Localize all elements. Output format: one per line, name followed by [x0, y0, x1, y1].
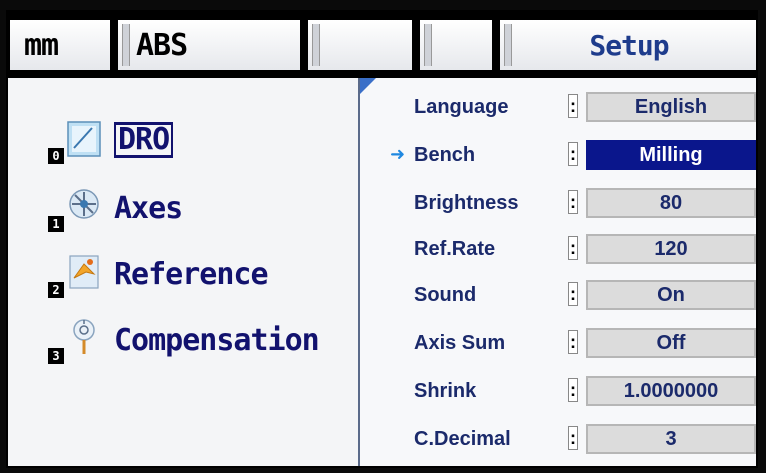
setting-colon: :: [568, 94, 578, 118]
setting-value-ref-rate[interactable]: 120: [586, 234, 756, 264]
setting-row-sound[interactable]: Sound : On: [360, 278, 756, 314]
setting-value-c-decimal[interactable]: 3: [586, 424, 756, 454]
axes-icon: 1: [48, 182, 104, 234]
menu-number-3: 3: [48, 348, 64, 364]
setting-value-shrink[interactable]: 1.0000000: [586, 376, 756, 406]
setting-label: Axis Sum: [414, 332, 506, 354]
menu-label-dro: DRO: [114, 122, 174, 158]
setting-label: Sound: [414, 284, 477, 306]
menu-item-axes[interactable]: 1 Axes: [48, 180, 348, 236]
setting-row-brightness[interactable]: Brightness : 80: [360, 186, 756, 222]
setting-row-language[interactable]: Language : English: [360, 90, 756, 126]
menu-label-compensation: Compensation: [114, 322, 320, 358]
setting-row-shrink[interactable]: Shrink : 1.0000000: [360, 374, 756, 410]
menu-label-reference: Reference: [114, 256, 269, 292]
setting-value-language[interactable]: English: [586, 92, 756, 122]
status-tab-3[interactable]: [306, 18, 414, 72]
mode-value: ABS: [136, 27, 188, 63]
setting-colon: :: [568, 142, 578, 166]
setting-colon: :: [568, 330, 578, 354]
menu-label-axes: Axes: [114, 190, 183, 226]
mode-tab[interactable]: ABS: [116, 18, 302, 72]
setting-value-sound[interactable]: On: [586, 280, 756, 310]
setting-label: Brightness: [414, 192, 519, 214]
status-tab-4[interactable]: [418, 18, 494, 72]
setup-menu: 0 DRO 1 Axes 2 Reference 3 Compensation: [8, 78, 358, 466]
selection-arrow-icon: ➜: [390, 144, 406, 165]
menu-item-dro[interactable]: 0 DRO: [48, 112, 348, 168]
status-bar: mm ABS Setup: [8, 12, 756, 78]
setting-colon: :: [568, 282, 578, 306]
setting-row-ref-rate[interactable]: Ref.Rate : 120: [360, 232, 756, 268]
menu-number-1: 1: [48, 216, 64, 232]
menu-item-compensation[interactable]: 3 Compensation: [48, 312, 348, 368]
setting-label: Shrink: [414, 380, 477, 402]
setting-colon: :: [568, 236, 578, 260]
screen-title: Setup: [589, 28, 669, 62]
setting-colon: :: [568, 378, 578, 402]
setting-row-bench[interactable]: ➜ Bench : Milling: [360, 138, 756, 174]
setting-value-bench[interactable]: Milling: [586, 140, 756, 170]
screen-title-tab: Setup: [498, 18, 756, 72]
setting-colon: :: [568, 426, 578, 450]
menu-number-0: 0: [48, 148, 64, 164]
setting-label: Language: [414, 96, 509, 118]
dro-screen: mm ABS Setup 0 DRO 1 Axes 2 Reference 3 …: [6, 10, 758, 468]
reference-icon: 2: [48, 248, 104, 300]
units-tab[interactable]: mm: [8, 18, 112, 72]
setting-value-axis-sum[interactable]: Off: [586, 328, 756, 358]
dro-icon: 0: [48, 114, 104, 166]
setting-value-brightness[interactable]: 80: [586, 188, 756, 218]
menu-item-reference[interactable]: 2 Reference: [48, 246, 348, 302]
compensation-icon: 3: [48, 314, 104, 366]
setting-row-c-decimal[interactable]: C.Decimal : 3: [360, 422, 756, 458]
settings-panel: Language : English ➜ Bench : Milling Bri…: [358, 78, 756, 466]
menu-number-2: 2: [48, 282, 64, 298]
setting-label: Ref.Rate: [414, 238, 496, 260]
setting-colon: :: [568, 190, 578, 214]
setting-label: Bench: [414, 144, 476, 166]
setting-row-axis-sum[interactable]: Axis Sum : Off: [360, 326, 756, 362]
setting-label: C.Decimal: [414, 428, 511, 450]
units-value: mm: [24, 27, 59, 63]
